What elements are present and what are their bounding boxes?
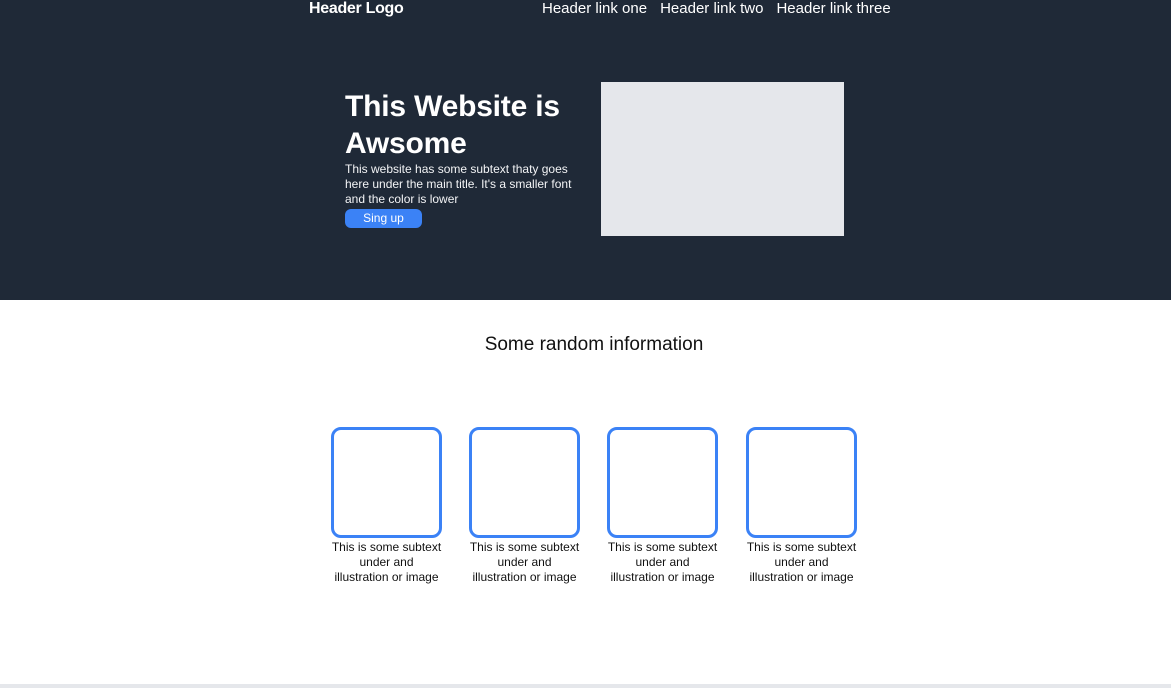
hero-subtext: This website has some subtext thaty goes…	[345, 162, 572, 206]
header-logo[interactable]: Header Logo	[309, 0, 404, 18]
header-link-two[interactable]: Header link two	[660, 0, 763, 18]
illustration-placeholder-4	[746, 427, 857, 538]
information-title: Some random information	[484, 334, 704, 355]
information-card-caption-1: This is some subtext under and illustrat…	[331, 540, 442, 584]
illustration-placeholder-3	[607, 427, 718, 538]
information-card-2: This is some subtext under and illustrat…	[469, 427, 580, 605]
header-link-one[interactable]: Header link one	[542, 0, 647, 18]
signup-button[interactable]: Sing up	[345, 209, 422, 228]
illustration-placeholder-2	[469, 427, 580, 538]
hero-section: Header Logo Header link one Header link …	[0, 0, 1171, 300]
information-card-4: This is some subtext under and illustrat…	[746, 427, 857, 605]
hero-image-placeholder	[601, 82, 844, 236]
header-navigation: Header link one Header link two Header l…	[542, 0, 891, 18]
information-card-caption-4: This is some subtext under and illustrat…	[746, 540, 857, 584]
information-card-1: This is some subtext under and illustrat…	[331, 427, 442, 605]
hero-text: This Website is Awsome This website has …	[345, 88, 593, 228]
hero-title: This Website is Awsome	[345, 90, 560, 160]
information-card-3: This is some subtext under and illustrat…	[607, 427, 718, 605]
page-bottom-divider	[0, 684, 1171, 688]
illustration-placeholder-1	[331, 427, 442, 538]
landing-page: Header Logo Header link one Header link …	[0, 0, 1171, 688]
header-link-three[interactable]: Header link three	[776, 0, 890, 18]
information-card-caption-2: This is some subtext under and illustrat…	[469, 540, 580, 584]
information-card-caption-3: This is some subtext under and illustrat…	[607, 540, 718, 584]
